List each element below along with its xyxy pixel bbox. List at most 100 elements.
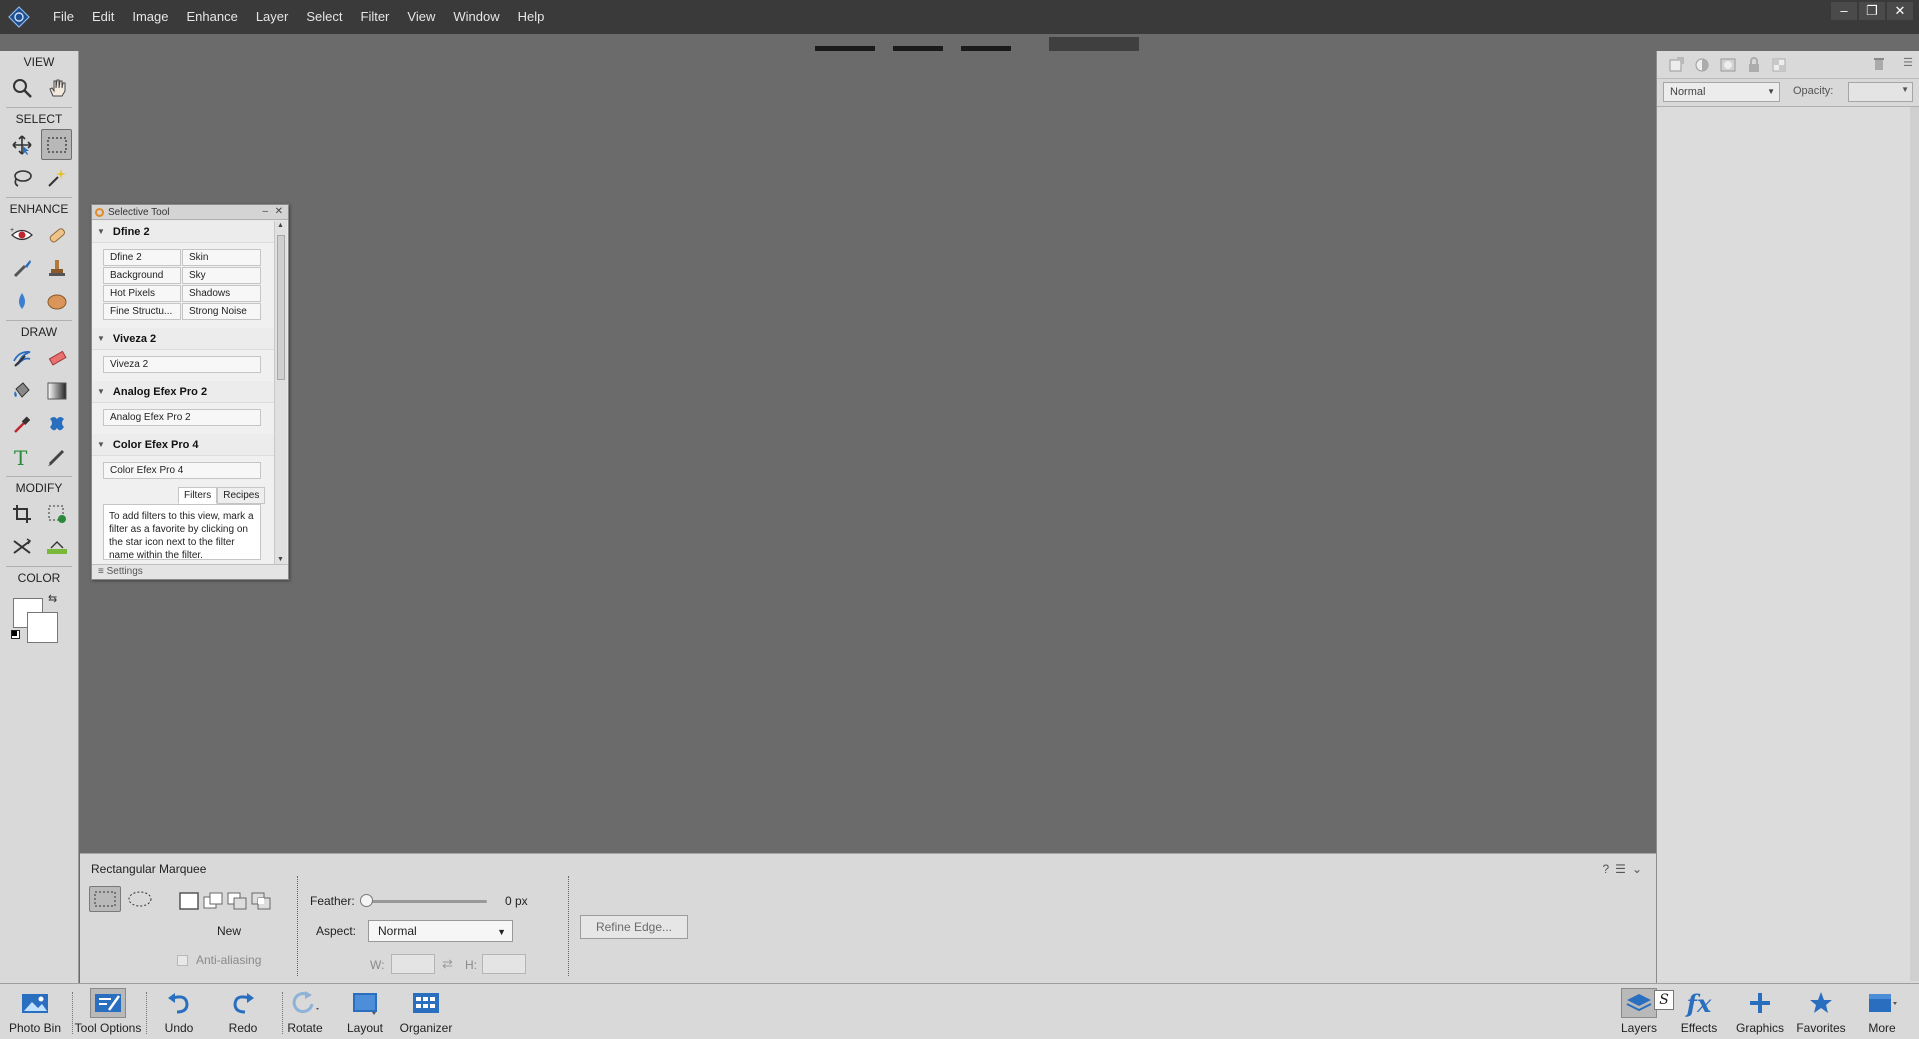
effects-button[interactable]: fx Effects [1668, 988, 1730, 1036]
new-layer-icon[interactable] [1667, 56, 1685, 74]
feather-slider-track[interactable] [367, 900, 487, 903]
photo-bin-button[interactable]: Photo Bin [4, 988, 66, 1035]
red-eye-tool-icon[interactable]: + [6, 219, 37, 250]
add-to-selection-icon[interactable] [202, 891, 224, 911]
filter-item-strong-noise[interactable]: Strong Noise [182, 303, 261, 320]
move-tool-icon[interactable] [6, 129, 37, 160]
tool-options-button[interactable]: Tool Options [75, 988, 141, 1035]
filter-item-shadows[interactable]: Shadows [182, 285, 261, 302]
filter-item-analog-efex-pro-2[interactable]: Analog Efex Pro 2 [103, 409, 261, 426]
undo-button[interactable]: Undo [148, 988, 210, 1035]
magic-wand-tool-icon[interactable] [41, 162, 72, 193]
filter-item-viveza-2[interactable]: Viveza 2 [103, 356, 261, 373]
delete-layer-icon[interactable] [1871, 56, 1887, 75]
filter-item-sky[interactable]: Sky [182, 267, 261, 284]
options-menu-icon[interactable]: ☰ [1615, 862, 1626, 876]
pencil-tool-icon[interactable] [41, 441, 72, 472]
dropdown-arrow-icon[interactable]: ▼ [1901, 85, 1909, 94]
mode-tab-expert[interactable] [1049, 37, 1139, 51]
type-tool-icon[interactable]: T [6, 441, 37, 472]
eraser-tool-icon[interactable] [41, 342, 72, 373]
gradient-tool-icon[interactable] [41, 375, 72, 406]
layout-button[interactable]: Layout [334, 988, 396, 1035]
blur-tool-icon[interactable] [6, 285, 37, 316]
menu-help[interactable]: Help [509, 0, 554, 34]
menu-view[interactable]: View [398, 0, 444, 34]
scroll-up-icon[interactable]: ▲ [277, 222, 284, 229]
filter-item-color-efex-pro-4[interactable]: Color Efex Pro 4 [103, 462, 261, 479]
group-color-efex-header[interactable]: ▼ Color Efex Pro 4 [92, 434, 274, 456]
tab-filters[interactable]: Filters [178, 487, 218, 504]
default-colors-icon[interactable] [11, 630, 20, 639]
filter-item-skin[interactable]: Skin [182, 249, 261, 266]
elliptical-marquee-option[interactable] [124, 886, 156, 912]
rotate-button[interactable]: Rotate [274, 988, 336, 1035]
sponge-tool-icon[interactable] [41, 285, 72, 316]
intersect-selection-icon[interactable] [250, 891, 272, 911]
menu-enhance[interactable]: Enhance [178, 0, 247, 34]
menu-window[interactable]: Window [444, 0, 508, 34]
help-icon[interactable]: ? [1602, 862, 1609, 876]
feather-slider-thumb[interactable] [360, 894, 373, 907]
custom-shape-tool-icon[interactable] [41, 408, 72, 439]
selective-tool-scrollbar[interactable]: ▲ ▼ [274, 221, 287, 564]
menu-file[interactable]: File [44, 0, 83, 34]
scroll-down-icon[interactable]: ▼ [277, 556, 284, 563]
minimize-button[interactable]: – [1831, 2, 1857, 20]
refine-edge-button[interactable]: Refine Edge... [580, 915, 688, 939]
filter-item-background[interactable]: Background [103, 267, 181, 284]
straighten-tool-icon[interactable] [41, 531, 72, 562]
close-window-button[interactable]: ✕ [1887, 2, 1913, 20]
swap-colors-icon[interactable]: ⇆ [48, 592, 57, 605]
filter-item-dfine-2[interactable]: Dfine 2 [103, 249, 181, 266]
selective-tool-footer[interactable]: ≡ Settings [92, 564, 288, 579]
aspect-dropdown[interactable]: Normal ▼ [368, 920, 513, 942]
menu-select[interactable]: Select [297, 0, 351, 34]
crop-tool-icon[interactable] [6, 498, 37, 529]
organizer-button[interactable]: Organizer [395, 988, 457, 1035]
swap-dimensions-icon[interactable]: ⇄ [442, 956, 453, 972]
group-dfine-header[interactable]: ▼ Dfine 2 [92, 221, 274, 243]
adjustment-layer-icon[interactable] [1693, 56, 1711, 74]
menu-image[interactable]: Image [123, 0, 177, 34]
scroll-thumb[interactable] [277, 235, 285, 380]
layer-mask-icon[interactable] [1719, 56, 1737, 74]
layers-scrollbar[interactable] [1910, 107, 1919, 981]
color-swatch[interactable]: ⇆ [11, 592, 67, 646]
favorites-button[interactable]: Favorites [1790, 988, 1852, 1035]
paint-bucket-tool-icon[interactable] [6, 375, 37, 406]
width-input[interactable] [391, 954, 435, 974]
rectangular-marquee-option[interactable] [89, 886, 121, 912]
content-aware-move-tool-icon[interactable] [6, 531, 37, 562]
restore-button[interactable]: ❐ [1859, 2, 1885, 20]
rectangular-marquee-tool-icon[interactable] [41, 129, 72, 160]
background-color-swatch[interactable] [27, 612, 58, 643]
canvas-area[interactable] [80, 51, 1656, 853]
smart-brush-tool-icon[interactable] [6, 252, 37, 283]
filter-item-fine-structure[interactable]: Fine Structu... [103, 303, 181, 320]
opacity-input[interactable]: ▼ [1848, 82, 1913, 102]
zoom-tool-icon[interactable] [6, 72, 37, 103]
subtract-from-selection-icon[interactable] [226, 891, 248, 911]
panel-close-icon[interactable]: ✕ [275, 206, 283, 217]
recompose-tool-icon[interactable] [41, 498, 72, 529]
selective-tool-titlebar[interactable]: Selective Tool [92, 205, 288, 220]
graphics-button[interactable]: Graphics [1729, 988, 1791, 1035]
collapse-chevron-icon[interactable]: ⌄ [1632, 862, 1642, 876]
anti-aliasing-checkbox[interactable] [177, 955, 188, 966]
panel-menu-icon[interactable]: ☰ [1903, 56, 1913, 69]
filter-item-hot-pixels[interactable]: Hot Pixels [103, 285, 181, 302]
lock-transparent-icon[interactable] [1771, 56, 1789, 74]
new-selection-icon[interactable] [178, 891, 200, 911]
blend-mode-dropdown[interactable]: Normal ▼ [1663, 82, 1780, 102]
brush-tool-icon[interactable] [6, 342, 37, 373]
panel-minimize-icon[interactable]: – [262, 206, 268, 217]
lasso-tool-icon[interactable] [6, 162, 37, 193]
more-button[interactable]: More [1851, 988, 1913, 1035]
eyedropper-tool-icon[interactable] [6, 408, 37, 439]
group-analog-efex-header[interactable]: ▼ Analog Efex Pro 2 [92, 381, 274, 403]
group-viveza-header[interactable]: ▼ Viveza 2 [92, 328, 274, 350]
hand-tool-icon[interactable] [41, 72, 72, 103]
layers-list[interactable] [1657, 106, 1919, 981]
height-input[interactable] [482, 954, 526, 974]
